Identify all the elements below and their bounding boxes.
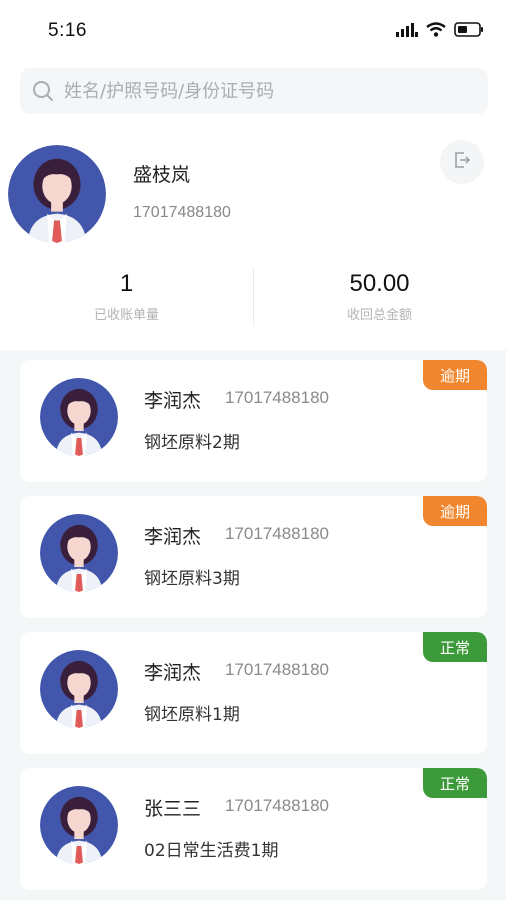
record-description: 02日常生活费1期 — [144, 841, 279, 861]
wifi-icon — [426, 22, 446, 41]
record-name: 李润杰 — [144, 526, 202, 548]
logout-icon — [452, 150, 472, 174]
record-description: 钢坯原料2期 — [144, 433, 240, 453]
stat-bill-count: 1 已收账单量 — [0, 268, 253, 323]
list-item[interactable]: 张三三 17017488180 02日常生活费1期 正常 — [20, 768, 487, 890]
stat-value: 1 — [119, 270, 134, 297]
list-item[interactable]: 李润杰 17017488180 钢坯原料2期 逾期 — [20, 360, 487, 482]
record-name: 李润杰 — [144, 662, 202, 684]
record-description: 钢坯原料1期 — [144, 705, 240, 725]
record-name: 李润杰 — [144, 390, 202, 412]
battery-icon — [454, 22, 484, 41]
record-list: 李润杰 17017488180 钢坯原料2期 逾期 李润杰 1701748818… — [0, 350, 506, 900]
status-icons — [396, 22, 484, 41]
stat-value: 50.00 — [349, 270, 410, 297]
signal-icon — [396, 22, 418, 41]
logout-button[interactable] — [440, 140, 484, 184]
status-time: 5:16 — [48, 20, 87, 41]
record-description: 钢坯原料3期 — [144, 569, 240, 589]
avatar — [40, 378, 118, 456]
status-badge: 正常 — [423, 632, 487, 662]
record-phone: 17017488180 — [225, 660, 330, 679]
user-name: 盛枝岚 — [133, 164, 191, 186]
avatar — [40, 786, 118, 864]
list-item[interactable]: 李润杰 17017488180 钢坯原料1期 正常 — [20, 632, 487, 754]
status-bar: 5:16 — [0, 0, 506, 62]
avatar — [40, 514, 118, 592]
record-name: 张三三 — [144, 798, 202, 820]
stat-label: 已收账单量 — [93, 308, 159, 323]
avatar — [40, 650, 118, 728]
user-phone: 17017488180 — [133, 204, 231, 221]
search-input[interactable] — [64, 68, 464, 114]
search-bar[interactable] — [20, 68, 488, 114]
status-badge: 逾期 — [423, 360, 487, 390]
stat-label: 收回总金额 — [346, 308, 412, 323]
list-item[interactable]: 李润杰 17017488180 钢坯原料3期 逾期 — [20, 496, 487, 618]
status-badge: 正常 — [423, 768, 487, 798]
stat-total-amount: 50.00 收回总金额 — [253, 268, 506, 323]
record-phone: 17017488180 — [225, 388, 330, 407]
status-badge: 逾期 — [423, 496, 487, 526]
search-icon — [32, 80, 54, 106]
record-phone: 17017488180 — [225, 524, 330, 543]
record-phone: 17017488180 — [225, 796, 330, 815]
avatar — [8, 145, 106, 243]
